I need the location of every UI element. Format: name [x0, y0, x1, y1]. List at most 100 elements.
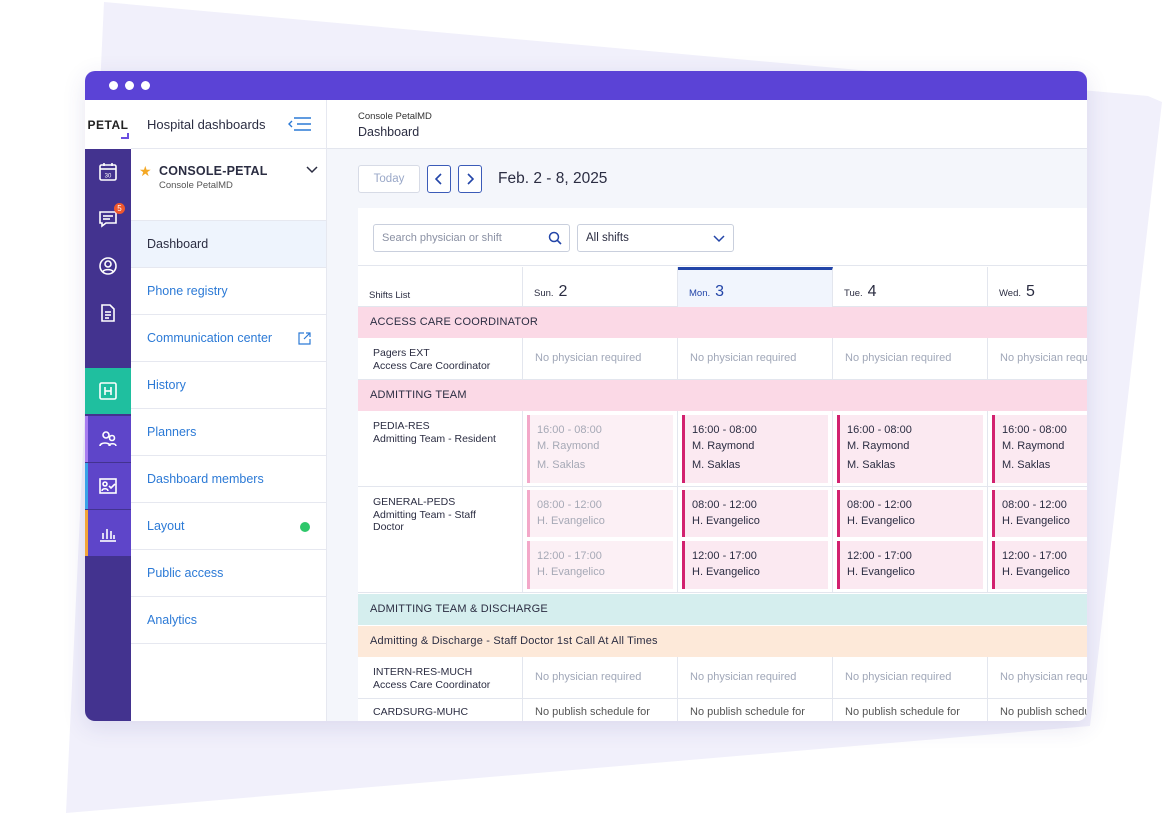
- day-cell: 08:00 - 12:00 H. Evangelico 12:00 - 17:00…: [678, 487, 833, 592]
- row-name-cont: Doctor: [373, 521, 404, 533]
- nav-analytics[interactable]: Analytics: [131, 597, 326, 644]
- shift-block[interactable]: 16:00 - 08:00 M. Raymond M. Saklas: [992, 415, 1087, 483]
- collapse-menu-icon[interactable]: [288, 115, 312, 133]
- main-content: Console PetalMD Dashboard Today Feb. 2 -…: [327, 100, 1087, 721]
- status-dot: [300, 522, 310, 532]
- nav-label: Dashboard: [147, 237, 209, 251]
- rail-documents[interactable]: [85, 290, 131, 336]
- prev-week-button[interactable]: [427, 165, 451, 193]
- table-row: PEDIA-RES Admitting Team - Resident 16:00…: [358, 411, 1087, 487]
- rail-messages[interactable]: 5: [85, 196, 131, 242]
- rail-analytics[interactable]: [85, 510, 131, 556]
- day-cell: 08:00 - 12:00 H. Evangelico 12:00 - 17:00…: [523, 487, 678, 592]
- shift-doctor: M. Raymond: [692, 440, 755, 452]
- star-icon: ★: [139, 163, 152, 179]
- search-input[interactable]: Search physician or shift: [373, 224, 570, 252]
- shift-block[interactable]: 08:00 - 12:00 H. Evangelico: [992, 490, 1087, 537]
- row-label: GENERAL-PEDS Admitting Team - Staff Doctor: [358, 487, 523, 592]
- filters-bar: Search physician or shift All shifts: [358, 208, 1087, 266]
- row-code: Pagers EXT: [373, 347, 430, 359]
- search-placeholder: Search physician or shift: [382, 232, 502, 244]
- nav-label: Phone registry: [147, 284, 228, 298]
- empty-cell: No physician required: [678, 657, 833, 698]
- presentation-icon: [99, 478, 117, 494]
- shift-block[interactable]: 08:00 - 12:00 H. Evangelico: [682, 490, 828, 537]
- hospital-icon: [99, 382, 117, 400]
- day-header-mon[interactable]: Mon. 3: [678, 267, 833, 307]
- empty-cell: No physician required: [678, 338, 833, 379]
- rail-team[interactable]: [85, 416, 131, 462]
- nav-dashboard-members[interactable]: Dashboard members: [131, 456, 326, 503]
- date-range-label: Feb. 2 - 8, 2025: [498, 170, 608, 187]
- empty-cell: No physician required: [833, 338, 988, 379]
- breadcrumb[interactable]: Console PetalMD: [358, 111, 1087, 122]
- row-name: Access Care Coordinator: [373, 359, 491, 372]
- nav-public-access[interactable]: Public access: [131, 550, 326, 597]
- nav-dashboard[interactable]: Dashboard: [131, 221, 326, 268]
- shift-block[interactable]: 16:00 - 08:00 M. Raymond M. Saklas: [527, 415, 673, 483]
- shift-doctor: M. Saklas: [537, 459, 586, 471]
- rail-board[interactable]: [85, 463, 131, 509]
- shift-block[interactable]: 08:00 - 12:00 H. Evangelico: [837, 490, 983, 537]
- day-number: 5: [1026, 283, 1035, 300]
- day-header-wed[interactable]: Wed. 5: [988, 267, 1087, 307]
- select-value: All shifts: [586, 232, 629, 244]
- shift-time: 12:00 - 17:00: [847, 550, 912, 562]
- nav-label: Public access: [147, 566, 224, 580]
- nav-label: Planners: [147, 425, 197, 439]
- rail-hospital[interactable]: [85, 368, 131, 414]
- shift-doctor: H. Evangelico: [692, 515, 760, 527]
- group-icon: [99, 431, 117, 447]
- nav-label: History: [147, 378, 186, 392]
- day-number: 2: [558, 283, 568, 300]
- table-row: INTERN-RES-MUCH Access Care Coordinator N…: [358, 657, 1087, 699]
- nav-communication-center[interactable]: Communication center: [131, 315, 326, 362]
- shift-time: 16:00 - 08:00: [847, 424, 912, 436]
- day-header-sun[interactable]: Sun. 2: [523, 267, 678, 307]
- rail-schedule[interactable]: 30: [85, 149, 131, 195]
- table-row: GENERAL-PEDS Admitting Team - Staff Doctor…: [358, 487, 1087, 593]
- today-button[interactable]: Today: [358, 165, 420, 193]
- shift-doctor: H. Evangelico: [847, 566, 915, 578]
- console-selector[interactable]: ★ CONSOLE-PETAL Console PetalMD: [131, 149, 326, 221]
- shift-block[interactable]: 16:00 - 08:00 M. Raymond M. Saklas: [837, 415, 983, 483]
- shift-filter-select[interactable]: All shifts: [577, 224, 734, 252]
- shift-block[interactable]: 12:00 - 17:00 H. Evangelico: [837, 541, 983, 589]
- messages-badge: 5: [114, 203, 125, 214]
- rail-profile[interactable]: [85, 243, 131, 289]
- side-panel: Hospital dashboards ★ CONSOLE-PETAL Cons…: [131, 100, 327, 721]
- external-link-icon: [298, 332, 311, 345]
- nav-history[interactable]: History: [131, 362, 326, 409]
- row-name: Access Care Coordinator: [373, 678, 491, 691]
- browser-window: PETAL 30 5 Hospital dashboards ★ CONSOLE…: [85, 71, 1087, 721]
- row-label: PEDIA-RES Admitting Team - Resident: [358, 411, 523, 486]
- nav-label: Analytics: [147, 613, 198, 627]
- shift-block[interactable]: 08:00 - 12:00 H. Evangelico: [527, 490, 673, 537]
- day-cell: 08:00 - 12:00 H. Evangelico 12:00 - 17:00…: [988, 487, 1087, 592]
- shift-time: 16:00 - 08:00: [692, 424, 757, 436]
- shift-block[interactable]: 12:00 - 17:00 H. Evangelico: [682, 541, 828, 589]
- empty-cell: No physician required: [523, 338, 678, 379]
- subgroup-header: Admitting & Discharge - Staff Doctor 1st…: [358, 626, 1087, 657]
- shift-time: 08:00 - 12:00: [847, 499, 912, 511]
- shift-block[interactable]: 16:00 - 08:00 M. Raymond M. Saklas: [682, 415, 828, 483]
- empty-cell: No physician requ: [1000, 671, 1087, 683]
- day-header-tue[interactable]: Tue. 4: [833, 267, 988, 307]
- shift-block[interactable]: 12:00 - 17:00 H. Evangelico: [992, 541, 1087, 589]
- row-code: INTERN-RES-MUCH: [373, 666, 473, 678]
- day-number: 3: [715, 283, 725, 300]
- nav-phone-registry[interactable]: Phone registry: [131, 268, 326, 315]
- bar-chart-icon: [100, 529, 116, 542]
- console-name: CONSOLE-PETAL: [159, 164, 268, 178]
- group-header: ADMITTING TEAM: [358, 380, 1087, 411]
- calendar-icon: 30: [99, 163, 117, 181]
- logo-cell[interactable]: PETAL: [85, 100, 131, 149]
- shift-block[interactable]: 12:00 - 17:00 H. Evangelico: [527, 541, 673, 589]
- next-week-button[interactable]: [458, 165, 482, 193]
- group-header: ADMITTING TEAM & DISCHARGE: [358, 594, 1087, 625]
- nav-layout[interactable]: Layout: [131, 503, 326, 550]
- empty-cell: No physician required: [833, 657, 988, 698]
- nav-planners[interactable]: Planners: [131, 409, 326, 456]
- shift-doctor: H. Evangelico: [1002, 515, 1070, 527]
- document-icon: [101, 304, 115, 322]
